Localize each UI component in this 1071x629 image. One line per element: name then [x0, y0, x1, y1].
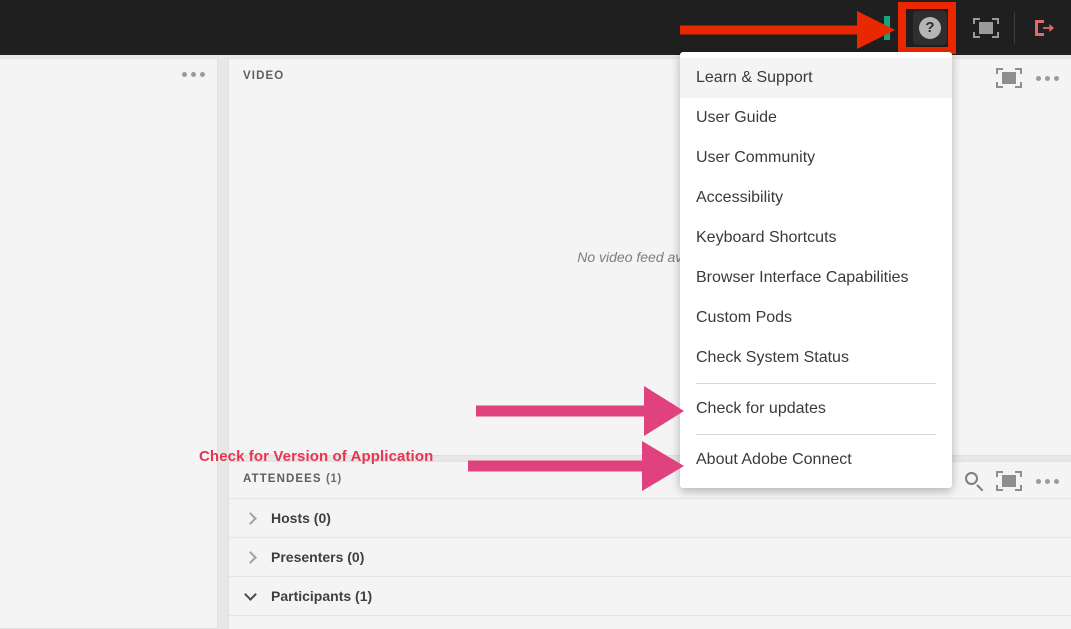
attendees-count: (1): [326, 473, 342, 485]
fullscreen-icon: [973, 17, 999, 38]
fullscreen-icon[interactable]: [996, 68, 1022, 88]
attendees-pod-title-text: ATTENDEES: [243, 473, 322, 485]
more-options-icon[interactable]: [180, 68, 207, 81]
exit-meeting-icon: [1035, 19, 1054, 36]
left-pod: [0, 58, 218, 629]
more-options-icon[interactable]: [1034, 475, 1061, 488]
menu-item-check-system-status[interactable]: Check System Status: [680, 338, 952, 378]
more-options-icon[interactable]: [1034, 72, 1061, 85]
help-button-surface: ?: [913, 10, 947, 45]
menu-item-about-adobe-connect[interactable]: About Adobe Connect: [680, 440, 952, 480]
pink-annotation-arrow-about: [468, 441, 684, 491]
search-icon[interactable]: [965, 471, 984, 491]
attendees-pod-tools: [965, 471, 1061, 491]
menu-item-learn-support[interactable]: Learn & Support: [680, 58, 952, 98]
annotation-note: Check for Version of Application: [199, 448, 434, 465]
attendees-group-participants[interactable]: Participants (1): [229, 576, 1071, 615]
chevron-right-icon[interactable]: [229, 550, 271, 564]
menu-item-user-guide[interactable]: User Guide: [680, 98, 952, 138]
menu-divider: [696, 434, 936, 435]
attendees-group-label: Participants (1): [271, 588, 373, 604]
menu-item-user-community[interactable]: User Community: [680, 138, 952, 178]
chevron-right-icon[interactable]: [229, 511, 271, 525]
attendees-group-list: Hosts (0) Presenters (0) Participants (1…: [229, 498, 1071, 629]
attendees-group-label: Presenters (0): [271, 549, 365, 565]
pink-annotation-arrow-updates: [476, 386, 684, 436]
attendees-pod-title: ATTENDEES (1): [243, 473, 342, 485]
attendees-group-presenters[interactable]: Presenters (0): [229, 537, 1071, 576]
help-dropdown-menu: Learn & Support User Guide User Communit…: [680, 52, 952, 488]
attendees-list-row: [229, 615, 1071, 629]
menu-item-custom-pods[interactable]: Custom Pods: [680, 298, 952, 338]
fullscreen-icon[interactable]: [996, 471, 1022, 491]
chevron-down-icon[interactable]: [229, 588, 271, 601]
fullscreen-button[interactable]: [958, 0, 1014, 55]
question-mark-icon: ?: [919, 16, 941, 39]
meeting-top-bar: ?: [0, 0, 1071, 55]
attendees-group-hosts[interactable]: Hosts (0): [229, 498, 1071, 537]
menu-divider: [696, 383, 936, 384]
video-pod-title: VIDEO: [243, 70, 285, 82]
red-annotation-arrow: [680, 11, 895, 49]
attendees-group-label: Hosts (0): [271, 510, 331, 526]
video-pod-tools: [996, 68, 1061, 88]
left-pod-header: [0, 59, 217, 95]
menu-item-check-for-updates[interactable]: Check for updates: [680, 389, 952, 429]
exit-meeting-button[interactable]: [1015, 0, 1071, 55]
left-pod-tools: [180, 68, 207, 81]
menu-item-accessibility[interactable]: Accessibility: [680, 178, 952, 218]
menu-item-browser-interface-capabilities[interactable]: Browser Interface Capabilities: [680, 258, 952, 298]
menu-item-keyboard-shortcuts[interactable]: Keyboard Shortcuts: [680, 218, 952, 258]
adobe-connect-meeting-window: ? No video feed available VIDEO ATTENDEE…: [0, 0, 1071, 629]
